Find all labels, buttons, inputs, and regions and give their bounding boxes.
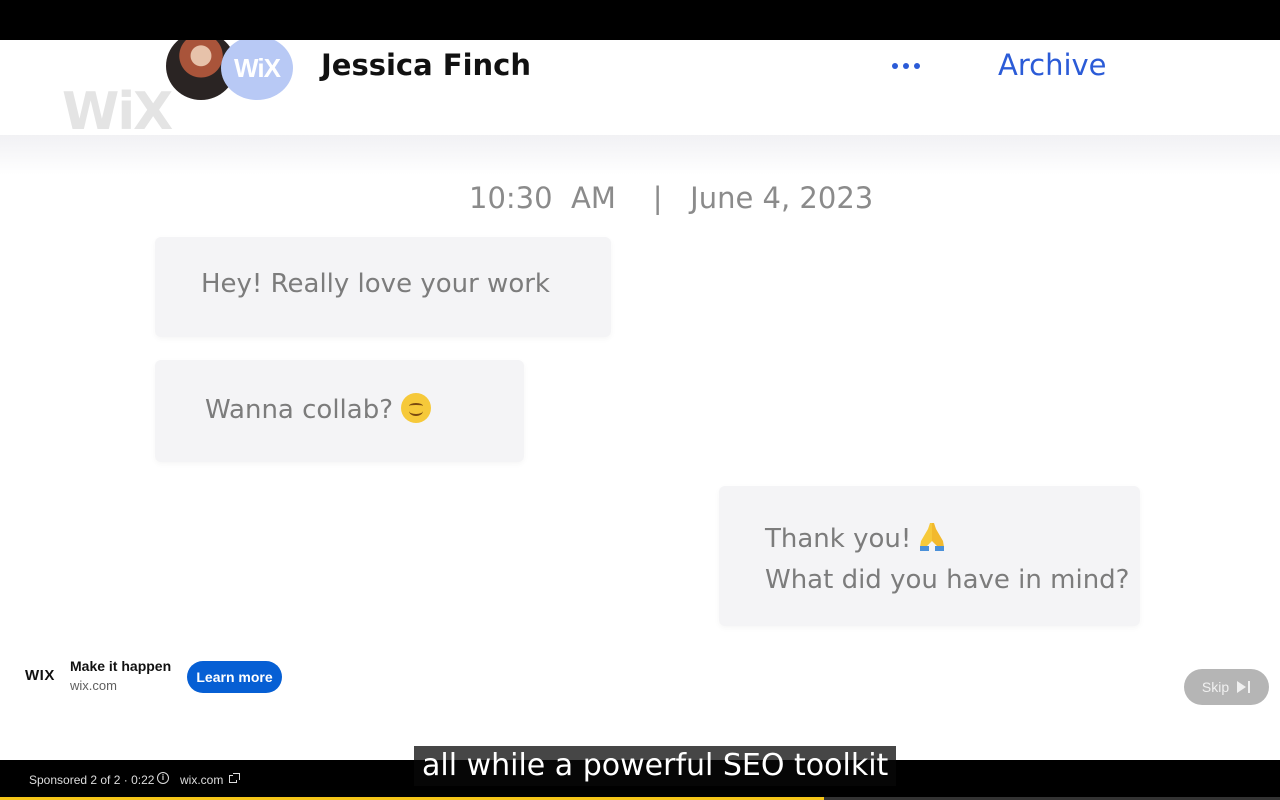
message-line: Thank you! — [765, 519, 1140, 560]
advertiser-logo[interactable]: WIX — [25, 667, 55, 684]
header-divider — [0, 135, 1280, 175]
message-line: What did you have in mind? — [765, 560, 1140, 601]
ad-info-bar: Sponsored 2 of 2 · 0:22 i wix.com — [0, 760, 1280, 800]
ad-video[interactable]: WiX WiX Jessica Finch Archive 10:30 AM |… — [0, 40, 1280, 760]
message-text: Thank you! — [765, 524, 912, 554]
info-icon[interactable]: i — [157, 772, 169, 784]
external-link-icon[interactable] — [229, 773, 240, 783]
folded-hands-icon — [920, 523, 945, 551]
ad-title[interactable]: Make it happen — [70, 658, 171, 674]
outgoing-message: Thank you! What did you have in mind? — [719, 486, 1140, 626]
skip-ad-button[interactable]: Skip — [1184, 669, 1269, 705]
smiling-face-icon — [401, 393, 432, 423]
skip-label: Skip — [1201, 679, 1230, 695]
incoming-message: Hey! Really love your work — [155, 237, 611, 337]
sponsored-label: Sponsored 2 of 2 · 0:22 — [29, 773, 155, 787]
more-options-button[interactable] — [884, 50, 928, 82]
more-dots-icon — [892, 63, 898, 69]
incoming-message: Wanna collab? — [155, 360, 524, 462]
chat-header: WiX WiX Jessica Finch Archive — [0, 40, 1280, 142]
archive-button[interactable]: Archive — [998, 48, 1107, 82]
message-timestamp: 10:30 AM | June 4, 2023 — [469, 181, 874, 215]
more-dot — [914, 63, 920, 69]
message-text: Wanna collab? — [205, 395, 394, 425]
skip-next-icon — [1237, 681, 1251, 693]
message-text: What did you have in mind? — [765, 565, 1130, 595]
learn-more-button[interactable]: Learn more — [187, 661, 282, 693]
wix-watermark: WiX — [62, 82, 173, 142]
advertiser-link[interactable]: wix.com — [180, 773, 223, 787]
contact-name: Jessica Finch — [321, 48, 532, 82]
wix-avatar: WiX — [221, 40, 293, 100]
message-text: Hey! Really love your work — [201, 269, 550, 299]
more-dot — [903, 63, 909, 69]
ad-domain[interactable]: wix.com — [70, 678, 117, 693]
